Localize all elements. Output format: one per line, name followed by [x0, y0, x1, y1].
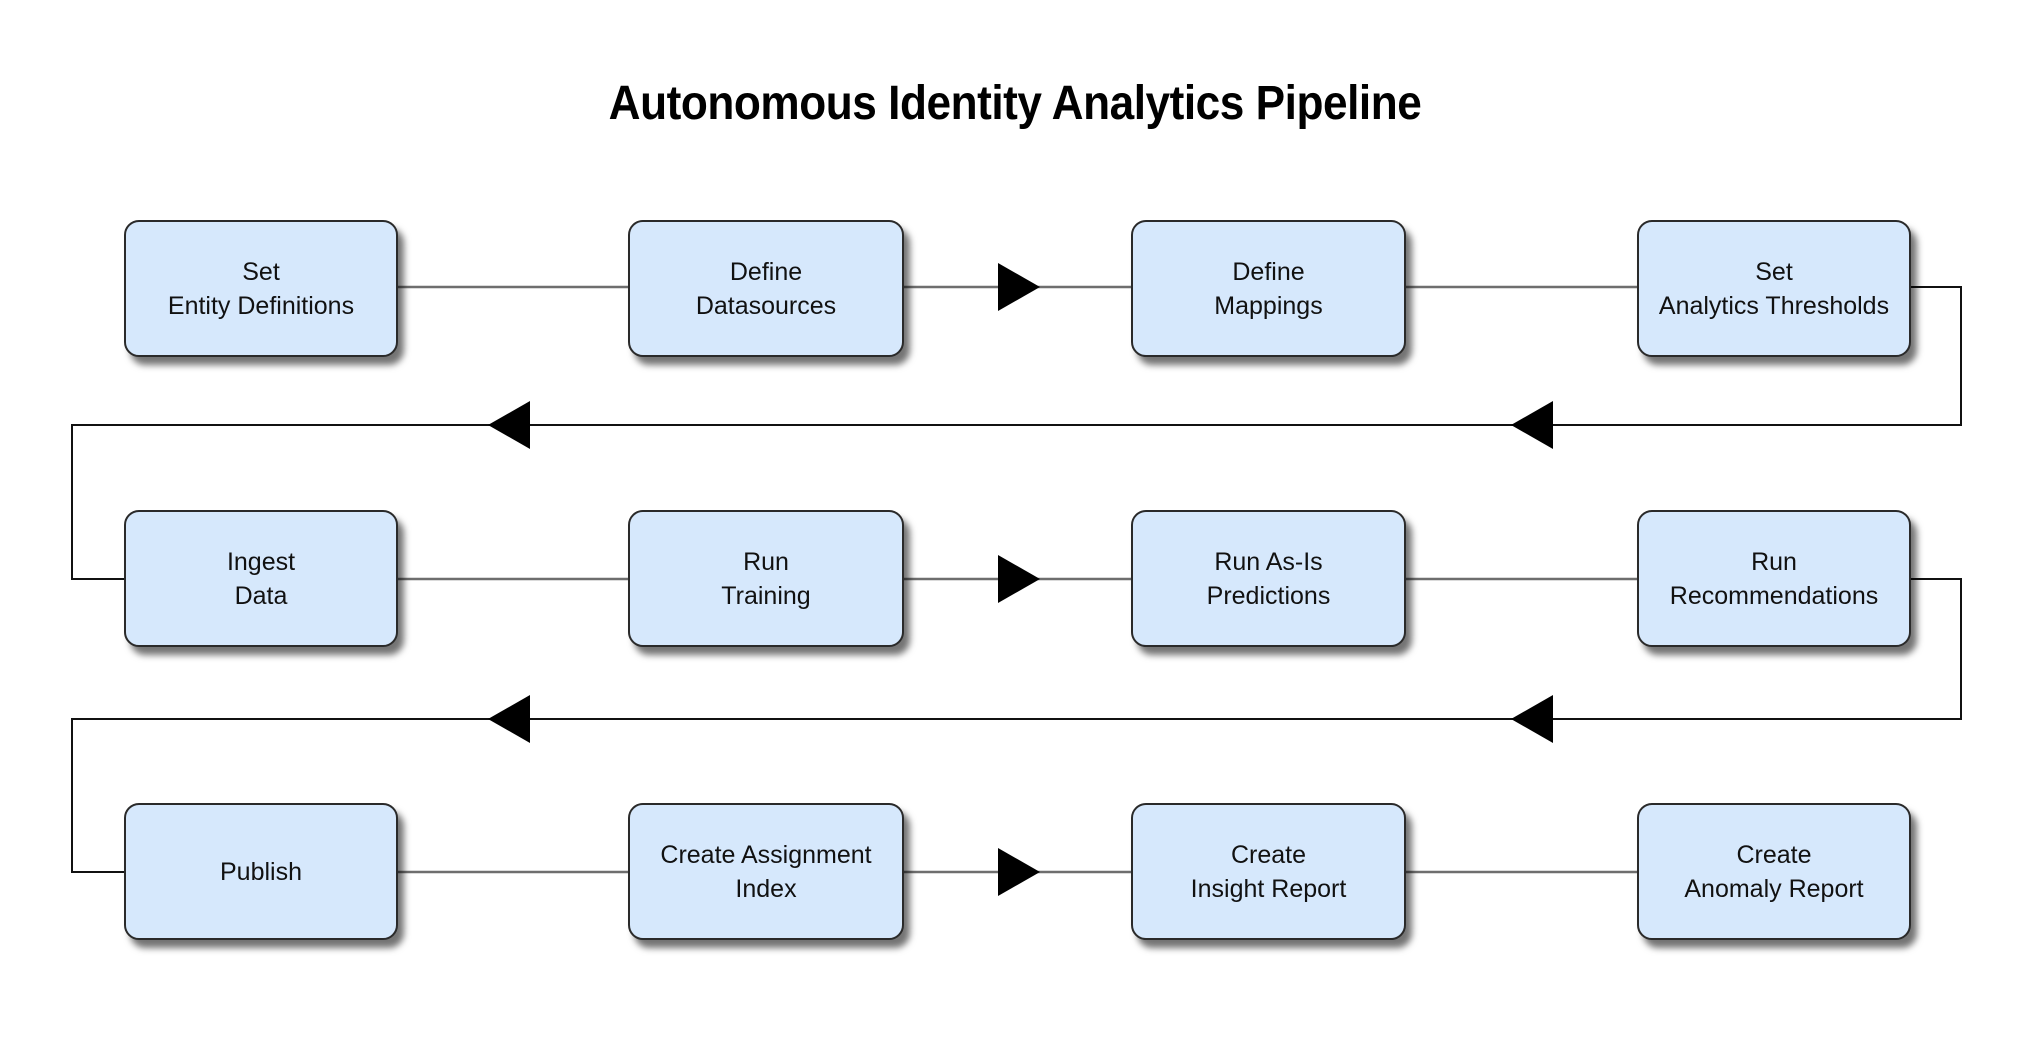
step-label-line: Data	[234, 581, 288, 610]
step-publish: Publish	[124, 803, 398, 940]
step-run-as-is-predictions: Run As-Is Predictions	[1131, 510, 1406, 647]
step-set-analytics-thresholds: Set Analytics Thresholds	[1637, 220, 1911, 357]
step-label-line: Analytics Thresholds	[1658, 291, 1890, 320]
step-label-line: Publish	[220, 857, 302, 886]
step-label-line: Create Assignment	[660, 840, 872, 869]
step-label-line: Create	[1736, 840, 1812, 869]
step-run-recommendations: Run Recommendations	[1637, 510, 1911, 647]
arrow-right-icon-row-1	[998, 263, 1040, 311]
step-label-line: Predictions	[1206, 581, 1331, 610]
step-label-line: Set	[1755, 257, 1793, 286]
arrow-right-icon-row-3	[998, 848, 1040, 896]
step-label-line: Set	[242, 257, 280, 286]
step-label-line: Run As-Is	[1214, 547, 1323, 576]
step-create-anomaly-report: Create Anomaly Report	[1637, 803, 1911, 940]
step-label-line: Datasources	[695, 291, 837, 320]
step-label-line: Define	[729, 257, 803, 286]
step-label-line: Create	[1230, 840, 1307, 869]
step-define-mappings: Define Mappings	[1131, 220, 1406, 357]
arrow-left-icon-return-1-right	[1511, 401, 1553, 449]
step-label-line: Insight Report	[1190, 874, 1347, 903]
step-label-line: Training	[721, 581, 811, 610]
step-label-line: Run	[743, 547, 789, 576]
step-set-entity-definitions: Set Entity Definitions	[124, 220, 398, 357]
step-label-line: Ingest	[226, 547, 296, 576]
step-run-training: Run Training	[628, 510, 904, 647]
step-label-line: Recommendations	[1669, 581, 1879, 610]
step-ingest-data: Ingest Data	[124, 510, 398, 647]
arrow-left-icon-return-2-right	[1511, 695, 1553, 743]
step-label-line: Define	[1232, 257, 1305, 286]
step-label-line: Index	[735, 874, 797, 903]
step-create-insight-report: Create Insight Report	[1131, 803, 1406, 940]
arrow-left-icon-return-2-left	[488, 695, 530, 743]
step-label-line: Entity Definitions	[167, 291, 355, 320]
step-define-datasources: Define Datasources	[628, 220, 904, 357]
step-label-line: Mappings	[1214, 291, 1323, 320]
arrow-left-icon-return-1-left	[488, 401, 530, 449]
step-label-line: Anomaly Report	[1684, 874, 1864, 903]
arrow-right-icon-row-2	[998, 555, 1040, 603]
step-create-assignment-index: Create Assignment Index	[628, 803, 904, 940]
step-label-line: Run	[1751, 547, 1797, 576]
